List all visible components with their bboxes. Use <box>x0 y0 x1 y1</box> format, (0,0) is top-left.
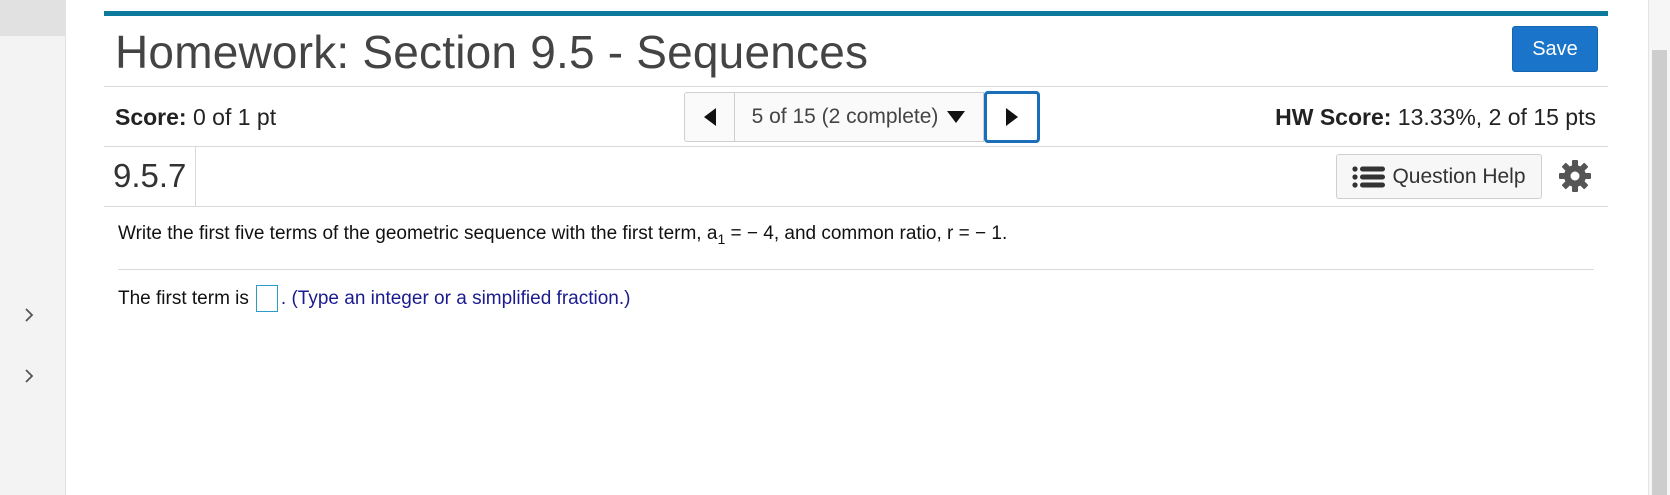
list-icon <box>1352 165 1386 188</box>
question-pager: 5 of 15 (2 complete) <box>684 91 1040 143</box>
scrollbar-thumb[interactable] <box>1652 50 1667 495</box>
title-row: Homework: Section 9.5 - Sequences Save <box>104 16 1608 87</box>
previous-question-button[interactable] <box>684 92 734 142</box>
triangle-left-icon <box>703 108 716 126</box>
expand-panel-2-button[interactable] <box>18 365 40 387</box>
gear-icon[interactable] <box>1558 159 1592 193</box>
score-row: Score: 0 of 1 pt 5 of 15 (2 complete) HW… <box>104 87 1608 147</box>
answer-prefix: The first term is <box>118 287 249 309</box>
hw-score-value: 13.33%, 2 of 15 pts <box>1397 104 1596 130</box>
score-label: Score: <box>115 104 187 130</box>
hw-score: HW Score: 13.33%, 2 of 15 pts <box>1275 104 1596 131</box>
question-select-dropdown[interactable]: 5 of 15 (2 complete) <box>734 92 984 142</box>
chevron-right-icon <box>25 369 34 383</box>
question-score: Score: 0 of 1 pt <box>115 104 276 131</box>
question-number: 9.5.7 <box>104 147 196 206</box>
next-question-button[interactable] <box>984 91 1040 143</box>
answer-hint: . (Type an integer or a simplified fract… <box>280 287 631 309</box>
left-panel-tab[interactable] <box>0 0 65 36</box>
homework-panel: Homework: Section 9.5 - Sequences Save S… <box>104 11 1608 314</box>
question-help-button[interactable]: Question Help <box>1336 154 1542 199</box>
left-panel <box>0 0 66 495</box>
score-value: 0 of 1 pt <box>192 104 277 130</box>
chevron-right-icon <box>25 308 34 322</box>
question-header-row: 9.5.7 Question Help <box>104 147 1608 207</box>
question-content: Write the first five terms of the geomet… <box>104 207 1608 314</box>
answer-line: The first term is . (Type an integer or … <box>118 270 1594 314</box>
question-help-label: Question Help <box>1392 164 1526 188</box>
vertical-scrollbar[interactable] <box>1648 0 1670 495</box>
caret-down-icon <box>947 111 966 123</box>
question-select-value: 5 of 15 (2 complete) <box>751 105 939 128</box>
first-term-input[interactable] <box>255 285 278 313</box>
hw-score-label: HW Score: <box>1275 104 1392 130</box>
question-prompt: Write the first five terms of the geomet… <box>118 219 1594 270</box>
prompt-text-end: = − 4, and common ratio, r = − 1. <box>725 223 1008 244</box>
prompt-text: Write the first five terms of the geomet… <box>118 223 718 244</box>
triangle-right-icon <box>1006 108 1018 126</box>
save-button[interactable]: Save <box>1512 26 1598 72</box>
expand-panel-1-button[interactable] <box>18 304 40 326</box>
page-title: Homework: Section 9.5 - Sequences <box>115 26 869 78</box>
